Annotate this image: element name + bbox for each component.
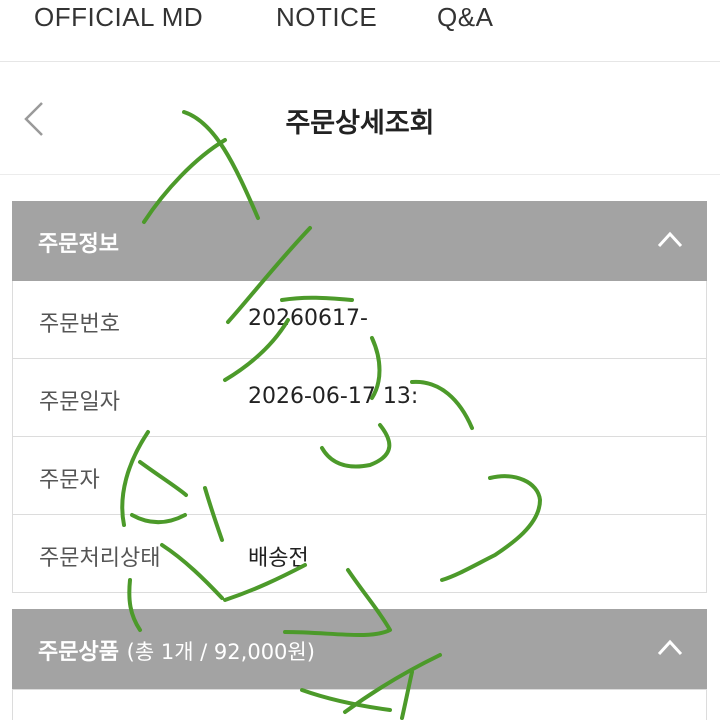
chevron-up-icon[interactable] xyxy=(657,637,683,657)
order-info-header[interactable]: 주문정보 xyxy=(12,201,707,281)
page-header: 주문상세조회 xyxy=(0,63,720,175)
nav-official-md[interactable]: OFFICIAL MD xyxy=(34,2,203,33)
order-info-section: 주문정보 주문번호 20260617- 주문일자 2026-06-17 13: … xyxy=(12,201,707,593)
nav-qa[interactable]: Q&A xyxy=(437,2,493,33)
order-date-label: 주문일자 xyxy=(39,390,120,415)
nav-notice[interactable]: NOTICE xyxy=(276,2,377,33)
table-row: 주문일자 2026-06-17 13: xyxy=(13,359,706,437)
order-number-label: 주문번호 xyxy=(39,312,120,337)
order-products-summary: (총 1개 / 92,000원) xyxy=(126,640,315,664)
order-products-header[interactable]: 주문상품 (총 1개 / 92,000원) xyxy=(12,609,707,689)
table-row: 주문처리상태 배송전 xyxy=(13,515,706,593)
order-info-table: 주문번호 20260617- 주문일자 2026-06-17 13: 주문자 주… xyxy=(12,281,707,593)
table-row: 주문번호 20260617- xyxy=(13,281,706,359)
top-nav: OFFICIAL MD NOTICE Q&A xyxy=(0,0,720,62)
page-title: 주문상세조회 xyxy=(285,108,435,139)
order-date-value: 2026-06-17 13: xyxy=(248,384,419,409)
orderer-label: 주문자 xyxy=(39,468,100,493)
chevron-up-icon[interactable] xyxy=(657,229,683,249)
table-row: 주문자 xyxy=(13,437,706,515)
order-status-value: 배송전 xyxy=(248,546,309,571)
order-number-value: 20260617- xyxy=(248,306,368,331)
order-products-body xyxy=(12,689,707,720)
order-status-label: 주문처리상태 xyxy=(39,546,161,571)
order-info-title: 주문정보 xyxy=(38,232,119,257)
order-products-section: 주문상품 (총 1개 / 92,000원) xyxy=(12,609,707,720)
order-products-title-text: 주문상품 xyxy=(38,640,119,665)
order-products-title: 주문상품 (총 1개 / 92,000원) xyxy=(38,634,315,666)
